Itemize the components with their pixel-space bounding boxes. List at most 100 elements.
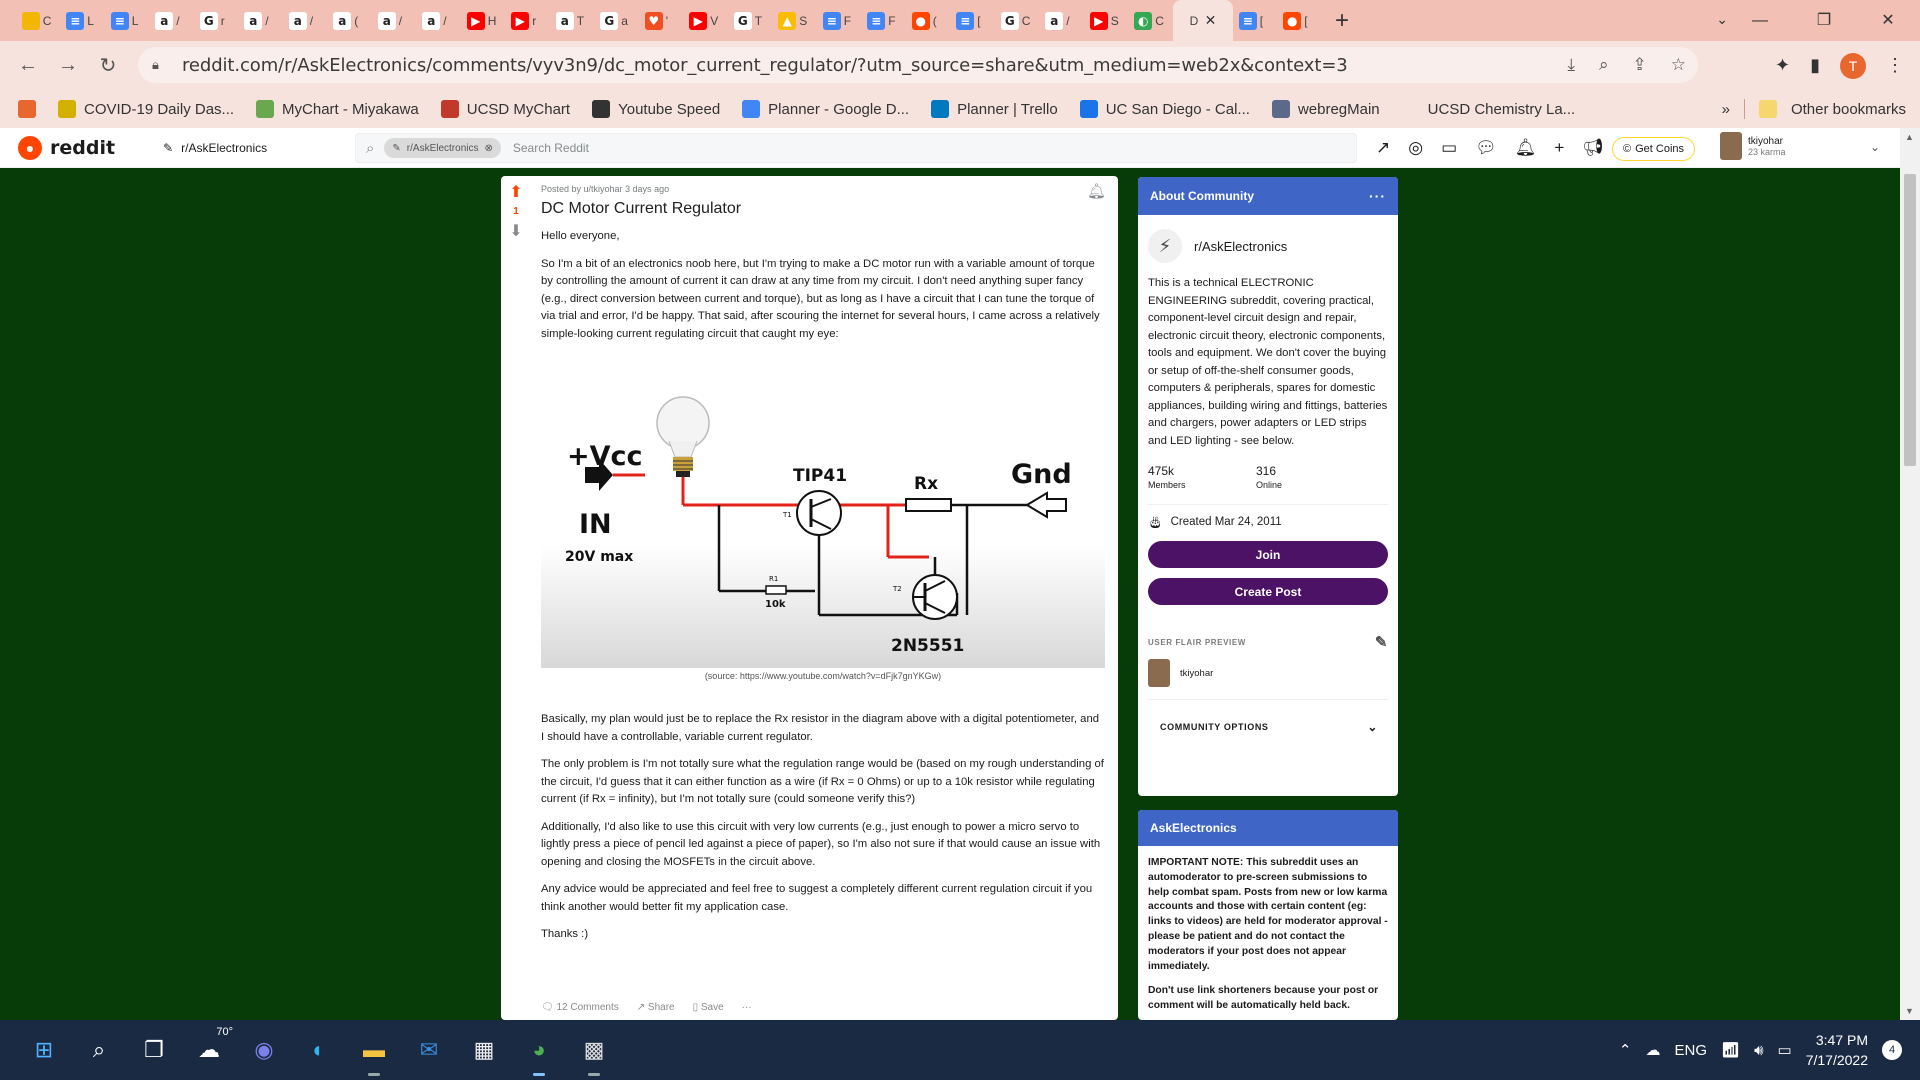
search-scope-pill[interactable]: ✎ r/AskElectronics ⊗ <box>384 138 501 158</box>
tab-a-3[interactable]: a / <box>150 0 195 41</box>
more-options-icon[interactable]: ··· <box>742 1002 752 1013</box>
advertise-icon[interactable]: 📢︎ <box>1582 138 1604 158</box>
tab-a-2[interactable]: ≡ L <box>105 0 150 41</box>
menu-icon[interactable]: ⋮ <box>1886 55 1904 76</box>
battery-icon[interactable]: ▭ <box>1778 1041 1792 1059</box>
minimize-icon[interactable]: — <box>1728 0 1792 41</box>
bookmark-item[interactable]: Youtube Speed <box>592 100 720 118</box>
close-tab-icon[interactable]: ✕ <box>1205 12 1217 29</box>
bookmark-star-icon[interactable]: ☆ <box>1671 55 1686 75</box>
bookmark-item[interactable]: MyChart - Miyakawa <box>256 100 419 118</box>
tab-a-18[interactable]: ≡ F <box>817 0 862 41</box>
app-icon[interactable]: ▩ <box>574 1030 614 1076</box>
file-explorer-icon[interactable]: ▬ <box>354 1030 394 1076</box>
tab-a-10[interactable]: ▶ H <box>461 0 506 41</box>
tab-a-6[interactable]: a / <box>283 0 328 41</box>
clear-scope-icon[interactable]: ⊗ <box>484 143 492 154</box>
notification-bell-icon[interactable]: 🔔︎ <box>1515 138 1537 158</box>
scroll-up-icon[interactable]: ▲ <box>1905 132 1914 142</box>
video-icon[interactable]: ▭ <box>1441 138 1457 158</box>
tab-a-12[interactable]: aT <box>550 0 595 41</box>
start-icon[interactable]: ⊞ <box>24 1030 64 1070</box>
upvote-icon[interactable]: ⬆ <box>501 182 531 202</box>
tab-a-5[interactable]: a / <box>239 0 284 41</box>
search-input[interactable]: ⌕ ✎ r/AskElectronics ⊗ Search Reddit <box>355 133 1357 163</box>
profile-avatar[interactable]: T <box>1840 52 1866 79</box>
circuit-diagram-image[interactable]: +Vcc IN 20V max TIP41 T1 Rx Gnd R1 10k T… <box>541 361 1105 668</box>
tab-a-13[interactable]: Ga <box>595 0 640 41</box>
extensions-icon[interactable]: ✦ <box>1775 55 1790 76</box>
restore-icon[interactable]: ❐ <box>1792 0 1856 41</box>
store-icon[interactable]: ▦ <box>464 1030 504 1070</box>
reddit-wordmark[interactable]: reddit <box>50 137 115 159</box>
tab-a-21[interactable]: ≡[ <box>951 0 996 41</box>
new-tab-button[interactable]: + <box>1322 0 1362 41</box>
tab-search-icon[interactable]: ⌄ <box>1716 0 1728 38</box>
community-selector[interactable]: ✎ r/AskElectronics ⌄ <box>163 141 373 155</box>
tab-a-11[interactable]: ▶ r <box>506 0 551 41</box>
share-icon[interactable]: ⇪ <box>1633 55 1647 75</box>
tab-a-19[interactable]: ≡ F <box>862 0 907 41</box>
tab-a-1[interactable]: ≡ L <box>61 0 106 41</box>
task-view-icon[interactable]: ❐ <box>134 1030 174 1070</box>
volume-icon[interactable]: 🔊︎ <box>1754 1042 1763 1059</box>
mail-icon[interactable]: ✉ <box>409 1030 449 1070</box>
bookmark-item[interactable]: UCSD MyChart <box>440 100 570 118</box>
onedrive-icon[interactable]: ☁ <box>1646 1041 1661 1059</box>
downvote-icon[interactable]: ⬇ <box>501 221 531 241</box>
bookmark-item[interactable]: Planner | Trello <box>931 100 1058 118</box>
bookmark-item[interactable]: Planner - Google D... <box>742 100 909 118</box>
tab-b-1[interactable]: ●[ <box>1278 0 1323 41</box>
notification-badge[interactable]: 4 <box>1882 1040 1902 1060</box>
tab-a-22[interactable]: GC <box>995 0 1040 41</box>
reddit-logo-icon[interactable]: ● <box>18 135 42 160</box>
tab-a-23[interactable]: a / <box>1040 0 1085 41</box>
user-menu[interactable]: tkiyohar 23 karma ⌄ <box>1720 132 1880 160</box>
bookmark-item[interactable]: UCSD Chemistry La... <box>1402 100 1576 118</box>
bookmark-item[interactable]: COVID-19 Daily Das... <box>58 100 234 118</box>
tab-a-14[interactable]: ♥ ' <box>639 0 684 41</box>
wifi-icon[interactable]: 📶︎ <box>1721 1041 1740 1059</box>
page-scrollbar[interactable]: ▲ ▼ <box>1900 128 1920 1020</box>
tab-a-0[interactable]: C <box>16 0 61 41</box>
edit-flair-icon[interactable]: ✎ <box>1375 633 1388 651</box>
tab-active[interactable]: D ✕ <box>1173 0 1233 41</box>
tab-a-20[interactable]: ●( <box>906 0 951 41</box>
share-button[interactable]: ↗ Share <box>637 1002 675 1013</box>
community-options-toggle[interactable]: COMMUNITY OPTIONS ⌄ <box>1148 720 1388 734</box>
create-post-button[interactable]: Create Post <box>1148 578 1388 605</box>
tab-a-15[interactable]: ▶ V <box>684 0 729 41</box>
clock[interactable]: 3:47 PM 7/17/2022 <box>1806 1030 1868 1070</box>
forward-icon[interactable]: → <box>48 54 88 77</box>
scrollbar-thumb[interactable] <box>1904 174 1916 466</box>
join-button[interactable]: Join <box>1148 541 1388 568</box>
teams-chat-icon[interactable]: ◉ <box>244 1030 284 1070</box>
tab-a-16[interactable]: GT <box>728 0 773 41</box>
bookmark-item[interactable] <box>18 100 36 118</box>
url-text[interactable]: reddit.com/r/AskElectronics/comments/vyv… <box>182 55 1348 76</box>
coins-icon[interactable]: ◎ <box>1408 138 1423 158</box>
get-coins-button[interactable]: © Get Coins <box>1612 137 1696 161</box>
comments-button[interactable]: 🗨︎ 12 Comments <box>541 1002 619 1013</box>
tab-a-24[interactable]: ▶ S <box>1084 0 1129 41</box>
bookmark-item[interactable]: webregMain <box>1271 100 1380 118</box>
create-post-icon[interactable]: + <box>1554 138 1564 158</box>
tab-a-25[interactable]: ◐ C <box>1129 0 1174 41</box>
other-bookmarks[interactable]: Other bookmarks <box>1791 101 1906 118</box>
bookmark-item[interactable]: UC San Diego - Cal... <box>1079 100 1250 118</box>
community-name[interactable]: r/AskElectronics <box>1194 239 1287 254</box>
chat-icon[interactable]: 💬︎ <box>1475 138 1497 158</box>
tab-a-17[interactable]: ▲ S <box>773 0 818 41</box>
address-bar[interactable]: 🔒︎ reddit.com/r/AskElectronics/comments/… <box>138 47 1698 83</box>
popular-icon[interactable]: ↗ <box>1376 138 1390 158</box>
side-panel-icon[interactable]: ▮ <box>1810 55 1820 76</box>
tab-b-0[interactable]: ≡[ <box>1233 0 1278 41</box>
language-indicator[interactable]: ENG <box>1675 1042 1708 1059</box>
close-window-icon[interactable]: ✕ <box>1856 0 1920 41</box>
more-options-icon[interactable]: ··· <box>1369 188 1386 204</box>
tab-a-4[interactable]: Gr <box>194 0 239 41</box>
search-icon[interactable]: ⌕ <box>79 1030 119 1070</box>
back-icon[interactable]: ← <box>8 54 48 77</box>
tab-a-7[interactable]: a( <box>328 0 373 41</box>
bookmarks-more-icon[interactable]: » <box>1722 101 1730 118</box>
